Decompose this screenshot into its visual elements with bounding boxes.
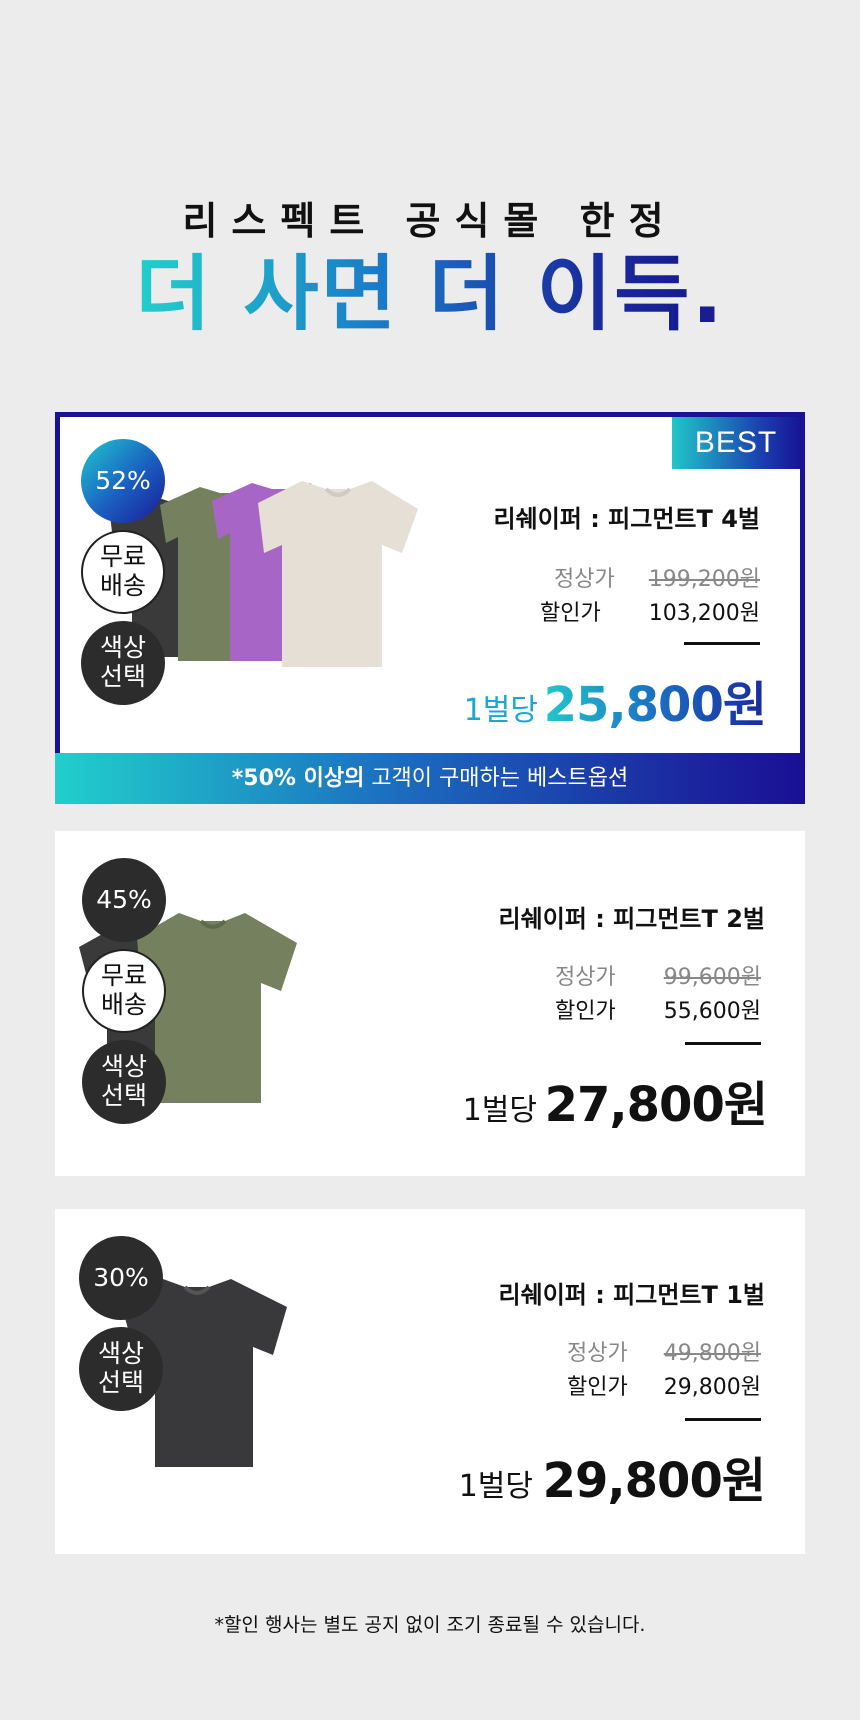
sale-price-label: 할인가 [540,601,601,626]
original-price-row: 정상가 199,200원 [540,561,760,592]
sale-price-label: 할인가 [567,1375,628,1400]
best-option-banner-bold: *50% 이상의 [231,766,365,791]
free-shipping-badge: 무료 배송 [82,949,166,1033]
original-price-label: 정상가 [567,1341,628,1366]
color-select-badge: 색상 선택 [82,1040,166,1124]
original-price-row: 정상가 99,600원 [555,959,761,990]
original-price: 49,800원 [663,1341,761,1366]
product-card-4pack[interactable]: BEST 52% 무료 배송 색상 선택 리쉐이퍼 : 피그먼트T 4벌 정상가… [55,412,805,804]
per-unit-label: 1벌당 [463,693,538,728]
best-option-banner: *50% 이상의 고객이 구매하는 베스트옵션 [55,753,805,804]
promo-headline-dot: . [691,247,725,342]
disclaimer-note: *할인 행사는 별도 공지 없이 조기 종료될 수 있습니다. [214,1614,646,1636]
discount-badge: 45% [82,858,166,942]
promo-headline-text: 더 사면 더 이득 [135,247,692,342]
color-select-badge: 색상 선택 [79,1327,163,1411]
discount-badge: 30% [79,1236,163,1320]
per-unit-label: 1벌당 [458,1469,533,1504]
product-title: 리쉐이퍼 : 피그먼트T 4벌 [493,505,760,533]
product-title: 리쉐이퍼 : 피그먼트T 1벌 [498,1281,765,1309]
free-shipping-badge: 무료 배송 [81,530,165,614]
sale-price-row: 할인가 29,800원 [567,1369,761,1400]
product-card-2pack[interactable]: 45% 무료 배송 색상 선택 리쉐이퍼 : 피그먼트T 2벌 정상가 99,6… [55,831,805,1176]
color-select-badge: 색상 선택 [81,621,165,705]
per-unit-label: 1벌당 [462,1093,537,1128]
price-divider [685,1418,761,1421]
best-tag: BEST [672,417,800,469]
per-unit-price: 25,800원 [544,665,767,735]
original-price: 99,600원 [663,965,761,990]
per-unit-price: 29,800원 [542,1453,766,1509]
original-price: 199,200원 [648,567,760,592]
sale-price: 29,800원 [663,1375,761,1400]
sale-price-row: 할인가 103,200원 [540,595,760,626]
discount-badge: 52% [81,439,165,523]
price-divider [685,1042,761,1045]
promo-subtitle: 리스펙트 공식몰 한정 [182,199,678,243]
price-divider [684,642,760,645]
best-option-banner-text: 고객이 구매하는 베스트옵션 [364,766,629,791]
per-unit-price: 27,800원 [544,1077,768,1133]
original-price-row: 정상가 49,800원 [567,1335,761,1366]
promo-headline: 더 사면 더 이득. [0,247,860,342]
sale-price: 55,600원 [663,999,761,1024]
sale-price: 103,200원 [648,601,760,626]
sale-price-label: 할인가 [555,999,616,1024]
original-price-label: 정상가 [554,567,615,592]
original-price-label: 정상가 [555,965,616,990]
sale-price-row: 할인가 55,600원 [555,993,761,1024]
product-title: 리쉐이퍼 : 피그먼트T 2벌 [498,905,765,933]
product-card-1pack[interactable]: 30% 색상 선택 리쉐이퍼 : 피그먼트T 1벌 정상가 49,800원 할인… [55,1209,805,1554]
